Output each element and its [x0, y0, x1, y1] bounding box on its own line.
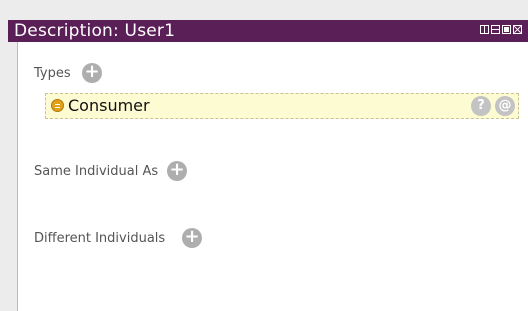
plus-icon: + — [184, 226, 200, 247]
help-icon: ? — [477, 98, 485, 113]
type-item-consumer[interactable]: Consumer ? @ — [45, 93, 519, 119]
add-same-individual-button[interactable]: + — [167, 159, 187, 181]
window-title-bar[interactable]: Description: User1 — [8, 20, 528, 42]
maximize-icon[interactable] — [502, 25, 511, 34]
add-different-individual-button[interactable]: + — [182, 226, 202, 248]
class-icon — [51, 99, 64, 112]
different-individuals-label: Different Individuals — [34, 231, 166, 246]
plus-icon: + — [169, 159, 185, 180]
minimize-icon[interactable] — [491, 25, 500, 34]
plus-icon: + — [84, 61, 100, 82]
same-individual-label: Same Individual As — [34, 164, 159, 179]
description-panel: Types + Consumer ? @ Same Individual As … — [17, 42, 528, 311]
types-label: Types — [34, 66, 71, 81]
window-controls — [480, 25, 522, 34]
type-item-label: Consumer — [68, 96, 150, 115]
close-icon[interactable] — [513, 25, 522, 34]
view-icon[interactable] — [480, 25, 489, 34]
annotation-button[interactable]: @ — [495, 96, 515, 116]
add-type-button[interactable]: + — [82, 61, 102, 83]
help-button[interactable]: ? — [471, 96, 491, 116]
annotation-icon: @ — [498, 98, 512, 113]
window-title: Description: User1 — [14, 21, 176, 41]
